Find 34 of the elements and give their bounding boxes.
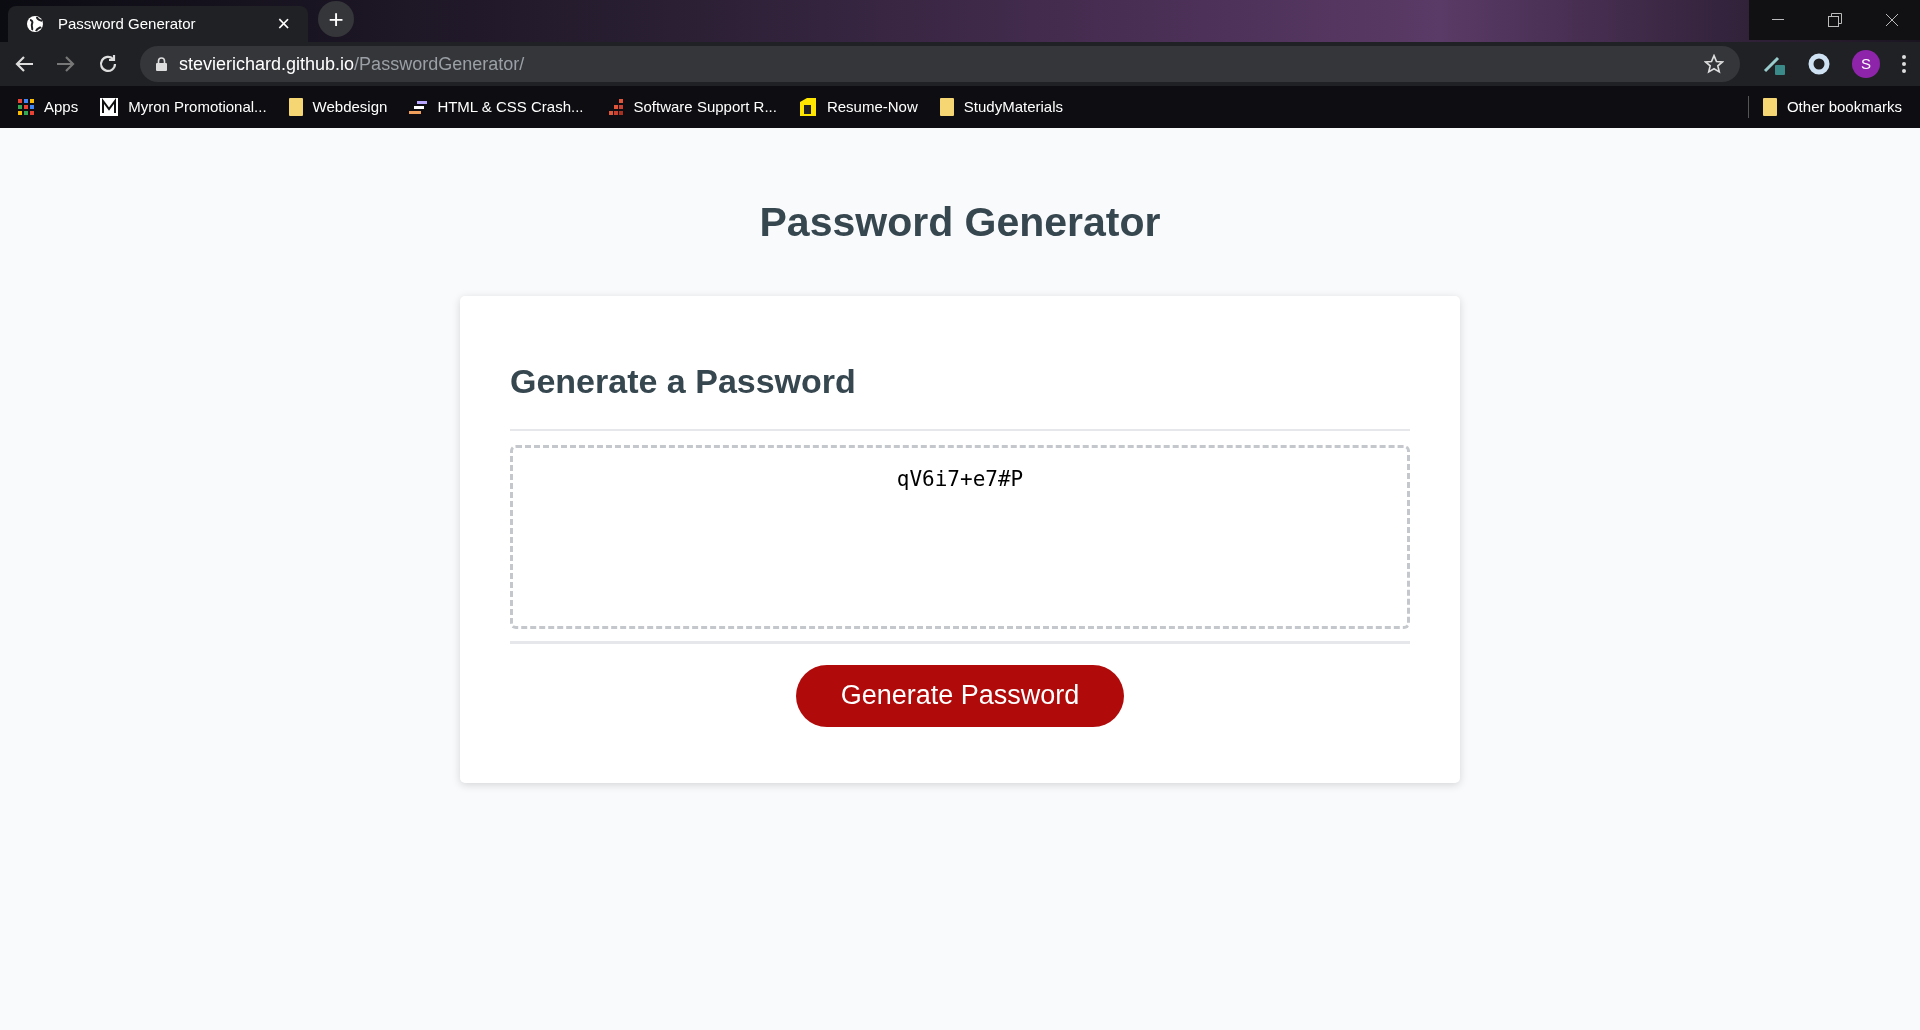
new-tab-button[interactable]: + xyxy=(318,1,354,37)
generate-password-button[interactable]: Generate Password xyxy=(796,664,1124,727)
page-title: Password Generator xyxy=(759,198,1161,247)
lock-icon xyxy=(156,57,167,71)
folder-icon xyxy=(939,98,954,116)
forward-icon[interactable] xyxy=(56,55,76,73)
address-bar[interactable]: stevierichard.github.io/PasswordGenerator/ xyxy=(140,46,1740,82)
m-logo-icon xyxy=(100,98,119,116)
menu-icon[interactable] xyxy=(1902,55,1906,73)
bookmark-item[interactable]: Apps xyxy=(18,95,79,119)
bookmark-item[interactable]: Software Support R... xyxy=(605,95,777,119)
browser-tab[interactable]: Password Generator × xyxy=(8,6,308,42)
reload-icon[interactable] xyxy=(98,54,118,74)
bookmark-item[interactable]: StudyMaterials xyxy=(939,95,1063,119)
folder-icon xyxy=(288,98,303,116)
card-title: Generate a Password xyxy=(510,360,857,402)
password-output[interactable]: qV6i7+e7#P xyxy=(510,444,1410,629)
tab-title: Password Generator xyxy=(58,13,197,34)
bars-icon xyxy=(409,100,428,114)
bookmark-item[interactable]: Resume-Now xyxy=(798,95,918,119)
tab-close-button[interactable]: × xyxy=(277,13,290,35)
document-icon xyxy=(798,97,817,117)
bookmark-star-icon[interactable] xyxy=(1704,54,1724,74)
globe-icon xyxy=(26,15,44,33)
apps-grid-icon xyxy=(18,99,34,115)
folder-icon xyxy=(1762,98,1777,116)
ring-extension-icon[interactable] xyxy=(1808,53,1830,75)
profile-avatar[interactable]: S xyxy=(1852,50,1880,78)
bookmark-item[interactable]: HTML & CSS Crash... xyxy=(409,95,584,119)
url-text: stevierichard.github.io/PasswordGenerator/ xyxy=(179,52,525,76)
bookmark-item[interactable]: Webdesign xyxy=(288,95,388,119)
other-bookmarks[interactable]: Other bookmarks xyxy=(1762,95,1902,119)
bookmark-item[interactable]: Myron Promotional... xyxy=(100,95,267,119)
back-icon[interactable] xyxy=(14,55,34,73)
